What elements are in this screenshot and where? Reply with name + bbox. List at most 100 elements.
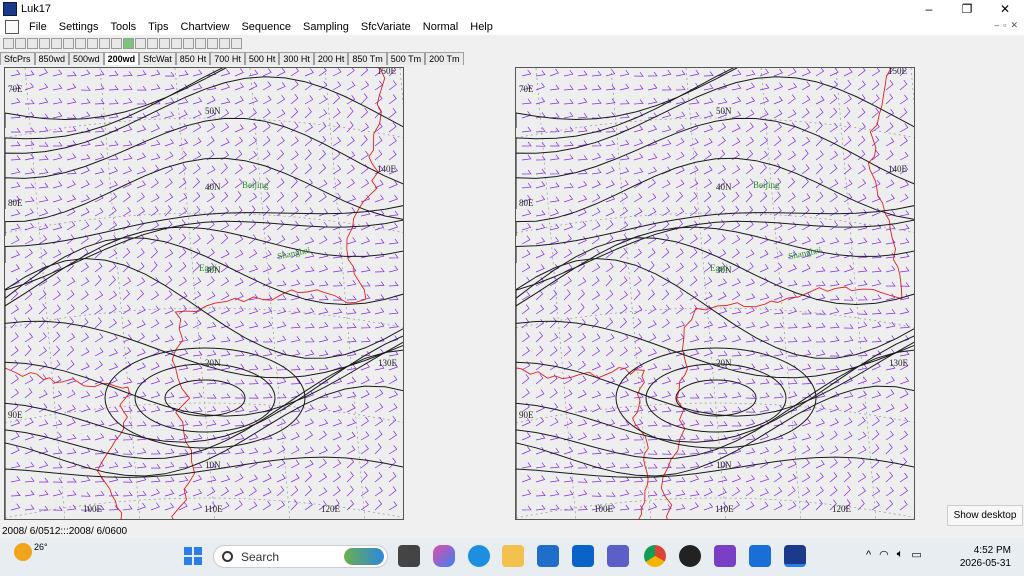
globe-icon[interactable] (123, 37, 134, 49)
task-view-icon[interactable] (398, 545, 420, 567)
wind-barb (360, 336, 371, 343)
outlook-icon[interactable] (572, 545, 594, 567)
wind-barb (150, 502, 160, 511)
remote-desktop-icon[interactable] (749, 545, 771, 567)
first-icon[interactable] (39, 37, 50, 49)
mdi-restore-button[interactable]: ▫ (1003, 20, 1006, 31)
rotate-icon[interactable] (159, 37, 170, 49)
menu-tools[interactable]: Tools (104, 21, 142, 33)
menu-file[interactable]: File (23, 21, 53, 33)
mdi-close-button[interactable]: ✕ (1010, 20, 1018, 31)
upload-icon[interactable] (135, 37, 146, 49)
tab-200-ht[interactable]: 200 Ht (313, 52, 349, 65)
visual-studio-icon[interactable] (714, 545, 736, 567)
tab-500-tm[interactable]: 500 Tm (386, 52, 426, 65)
wind-barb (703, 393, 714, 399)
minimize-button[interactable]: – (910, 0, 948, 18)
tab-850-ht[interactable]: 850 Ht (175, 52, 211, 65)
wind-barb (178, 349, 189, 357)
tab-850-tm[interactable]: 850 Tm (348, 52, 387, 65)
zoom-icon[interactable] (171, 37, 182, 49)
tab-850wd[interactable]: 850wd (34, 52, 70, 65)
wind-barb (745, 109, 755, 119)
media-player-icon[interactable] (679, 545, 701, 567)
wind-barb (815, 486, 824, 497)
wind-barb (346, 295, 357, 301)
wind-barb (703, 420, 714, 427)
tab-500-ht[interactable]: 500 Ht (244, 52, 280, 65)
menu-sampling[interactable]: Sampling (297, 21, 355, 33)
volume-icon[interactable]: 🔈︎ (897, 548, 904, 561)
wind-barb (80, 221, 90, 231)
wind-barb (787, 264, 797, 273)
document-icon[interactable] (5, 19, 19, 34)
wind-barb (66, 389, 76, 399)
weather-map-left[interactable]: 150E 140E 130E 120E 110E 100E 90E 80E 70E 50N 40N 3… (4, 67, 404, 520)
tab-700-ht[interactable]: 700 Ht (210, 52, 245, 65)
open-icon[interactable] (15, 37, 26, 49)
store-icon[interactable] (537, 545, 559, 567)
close-button[interactable]: ✕ (986, 0, 1024, 18)
layout-icon[interactable] (207, 37, 218, 49)
wind-barb (38, 113, 49, 119)
windows-start-icon[interactable] (184, 547, 202, 565)
battery-icon[interactable]: ▭ (911, 548, 921, 561)
wind-barb (402, 341, 403, 342)
wind-barb (717, 448, 728, 455)
tray-overflow-icon[interactable]: ^ (866, 549, 871, 561)
wind-barb (717, 291, 727, 301)
prev-icon[interactable] (51, 37, 62, 49)
wind-barb (178, 476, 189, 483)
cursor-icon[interactable] (195, 37, 206, 49)
menu-settings[interactable]: Settings (53, 21, 105, 33)
menu-help[interactable]: Help (464, 21, 499, 33)
tab-200-tm[interactable]: 200 Tm (425, 52, 464, 65)
chrome-icon[interactable] (644, 545, 666, 567)
tab-500wd[interactable]: 500wd (69, 52, 104, 65)
back-icon[interactable] (63, 37, 74, 49)
wind-barb (773, 191, 781, 203)
wind-barb (66, 114, 77, 119)
menu-sequence[interactable]: Sequence (235, 21, 297, 33)
luk17-taskbar-icon[interactable] (784, 545, 806, 567)
wind-barb (388, 415, 397, 427)
tab-200wd[interactable]: 200wd (103, 52, 140, 65)
wind-barb (304, 378, 315, 385)
tab-300-ht[interactable]: 300 Ht (279, 52, 314, 65)
clock[interactable]: 4:52 PM 2026-05-31 (956, 544, 1011, 570)
taskbar-search[interactable]: Search (213, 545, 388, 568)
dual-view-icon[interactable] (183, 37, 194, 49)
wind-barb (304, 500, 313, 511)
wind-barb (374, 194, 384, 203)
weather-widget[interactable]: 26° (14, 542, 48, 561)
weather-map-right[interactable]: 150E 140E 130E 120E 110E 100E 90E 80E 70E 50N 40N 3… (515, 67, 915, 520)
settings-icon[interactable] (231, 37, 242, 49)
wind-barb (535, 433, 546, 441)
tab-sfcwat[interactable]: SfcWat (139, 52, 176, 65)
teams-icon[interactable] (607, 545, 629, 567)
tab-sfcprs[interactable]: SfcPrs (0, 52, 35, 65)
new-icon[interactable] (3, 37, 14, 49)
menu-chartview[interactable]: Chartview (175, 21, 236, 33)
copilot-icon[interactable] (433, 545, 455, 567)
grid-icon[interactable] (147, 37, 158, 49)
save-icon[interactable] (27, 37, 38, 49)
maximize-button[interactable]: ❐ (948, 0, 986, 18)
menu-normal[interactable]: Normal (417, 21, 464, 33)
wind-barb (178, 261, 187, 273)
wifi-icon[interactable]: ◠ (879, 548, 889, 561)
step-icon[interactable] (99, 37, 110, 49)
wind-barb (857, 295, 868, 301)
menu-tips[interactable]: Tips (142, 21, 174, 33)
wind-barb (206, 393, 217, 399)
wind-barb (402, 215, 403, 216)
file-explorer-icon[interactable] (502, 545, 524, 567)
wind-barb (10, 503, 21, 511)
mdi-minimize-button[interactable]: – (994, 20, 999, 31)
edge-browser-icon[interactable] (468, 545, 490, 567)
stop-icon[interactable] (75, 37, 86, 49)
fast-forward-icon[interactable] (111, 37, 122, 49)
play-icon[interactable] (87, 37, 98, 49)
menu-sfcvariate[interactable]: SfcVariate (355, 21, 417, 33)
print-icon[interactable] (219, 37, 230, 49)
